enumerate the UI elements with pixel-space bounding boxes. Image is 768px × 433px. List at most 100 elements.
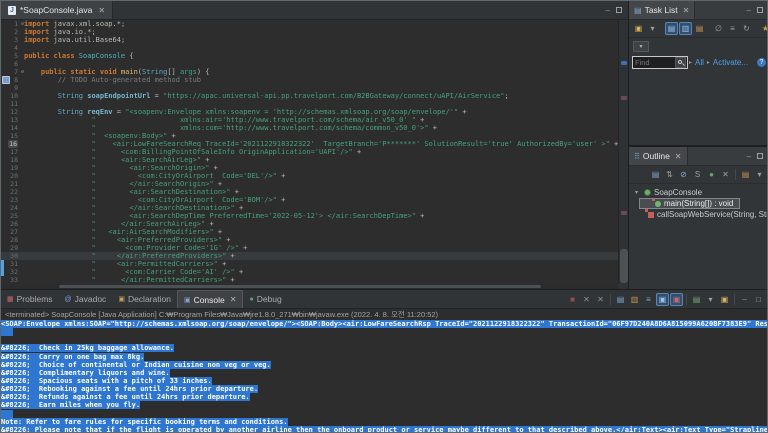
code-line[interactable]: 6 <box>1 60 618 68</box>
code-line[interactable]: 3import java.util.Base64; <box>1 36 618 44</box>
code-line[interactable]: 22 " <air:SearchDestination>" + <box>1 188 618 196</box>
sort-icon[interactable]: ⇅ <box>663 168 676 181</box>
console-line[interactable] <box>1 328 768 336</box>
view-menu-icon[interactable]: ▾ <box>753 168 766 181</box>
console-line[interactable]: &#8226; Refunds against a fee until 24hr… <box>1 393 768 401</box>
tab-declaration[interactable]: ▣Declaration <box>112 290 177 308</box>
code-line[interactable]: 4 <box>1 44 618 52</box>
code-line[interactable]: 26 " </air:SearchAirLeg>" + <box>1 220 618 228</box>
console-line[interactable]: &#8226; Choice of continental or Indian … <box>1 361 768 369</box>
working-sets-icon[interactable]: ▤ <box>693 22 706 35</box>
display-selected-console-icon[interactable]: ▾ <box>704 293 717 306</box>
show-stderr-icon[interactable]: ▣ <box>670 293 683 306</box>
scheduled-view-icon[interactable]: ▥ <box>679 22 692 35</box>
close-icon[interactable]: ✕ <box>683 6 690 15</box>
hide-fields-icon[interactable]: ⊘ <box>677 168 690 181</box>
code-line[interactable]: 2import java.io.*; <box>1 28 618 36</box>
code-line[interactable]: 11 <box>1 100 618 108</box>
overview-ruler[interactable] <box>618 20 628 284</box>
code-line[interactable]: 24 " </air:SearchDestination>" + <box>1 204 618 212</box>
minimize-icon[interactable]: – <box>747 152 751 161</box>
focus-icon[interactable]: ▤ <box>649 168 662 181</box>
outline-tab[interactable]: ⠿ Outline ✕ <box>629 147 688 165</box>
close-icon[interactable]: ✕ <box>675 152 682 161</box>
task-legend-icon[interactable]: ★ <box>759 22 768 35</box>
hide-static-icon[interactable]: S <box>691 168 704 181</box>
console-line[interactable]: &#8226; Carry on one bag max 8kg. <box>1 353 768 361</box>
code-line[interactable]: 29 " <com:Provider Code='1G' />" + <box>1 244 618 252</box>
console-line[interactable]: &#8226; Earn miles when you fly. <box>1 401 768 409</box>
code-line[interactable]: 23 " <com:CityOrAirport Code='BOM'/>" + <box>1 196 618 204</box>
code-line[interactable]: 19 " <air:SearchOrigin>" + <box>1 164 618 172</box>
minimize-icon[interactable]: – <box>738 293 751 306</box>
code-line[interactable]: 10 String soapEndpointUrl = "https://apa… <box>1 92 618 100</box>
code-line[interactable]: 27 " <air:AirSearchModifiers>" + <box>1 228 618 236</box>
console-line[interactable]: Note: Refer to fare rules for specific b… <box>1 418 768 426</box>
code-line[interactable]: 30 " </air:PreferredProviders>" + <box>1 252 618 260</box>
code-line[interactable]: 13 " xmlns:air='http://www.travelport.co… <box>1 116 618 124</box>
code-line[interactable]: 8 // TODO Auto-generated method stub <box>1 76 618 84</box>
hide-non-public-icon[interactable]: ● <box>705 168 718 181</box>
horizontal-scrollbar[interactable] <box>59 285 541 288</box>
tab-javadoc[interactable]: @Javadoc <box>59 290 113 308</box>
task-list-tab[interactable]: ▤ Task List ✕ <box>629 1 695 19</box>
code-line[interactable]: 15 " <soapenv:Body>" + <box>1 132 618 140</box>
console-line[interactable]: &#8226; Spacious seats with a pitch of 3… <box>1 377 768 385</box>
remove-launch-icon[interactable]: ✕ <box>580 293 593 306</box>
tab-problems[interactable]: ▦Problems <box>1 290 59 308</box>
editor-code[interactable]: 1⊖import javax.xml.soap.*;2import java.i… <box>1 20 618 284</box>
console-line[interactable] <box>1 410 768 418</box>
new-task-dropdown-icon[interactable]: ▾ <box>646 22 659 35</box>
launch-marker-icon[interactable] <box>2 76 10 84</box>
console-line[interactable]: <SOAP:Envelope xmlns:SOAP="http://schema… <box>1 320 768 328</box>
maximize-icon[interactable] <box>757 153 763 159</box>
vertical-scrollbar[interactable] <box>620 249 628 283</box>
minimize-icon[interactable]: – <box>606 6 610 15</box>
outline-item[interactable]: main(String[]) : void <box>639 198 740 209</box>
task-list-presentation-dropdown[interactable]: ▾ <box>633 41 649 52</box>
link-with-editor-icon[interactable]: ▤ <box>739 168 752 181</box>
console-line[interactable]: &#8226; Please note that if the flight i… <box>1 426 768 433</box>
code-line[interactable]: 28 " <air:PreferredProviders>" + <box>1 236 618 244</box>
code-line[interactable]: 1⊖import javax.xml.soap.*; <box>1 20 618 28</box>
filter-all-link[interactable]: All <box>695 58 704 67</box>
code-line[interactable]: 20 " <com:CityOrAirport Code='DEL'/>" + <box>1 172 618 180</box>
code-line[interactable]: 7⊖ public static void main(String[] args… <box>1 68 618 76</box>
ruler-marker[interactable] <box>621 61 627 65</box>
scroll-lock-icon[interactable]: ▥ <box>628 293 641 306</box>
ruler-marker[interactable] <box>621 96 627 100</box>
maximize-icon[interactable] <box>616 7 622 13</box>
new-task-icon[interactable]: ▣ <box>632 22 645 35</box>
code-line[interactable]: 9 <box>1 84 618 92</box>
categorized-view-icon[interactable]: ▤ <box>665 22 678 35</box>
ruler-marker[interactable] <box>621 211 627 215</box>
activate-link[interactable]: Activate... <box>713 58 748 67</box>
console-line[interactable]: &#8226; Complimentary liquors and wine. <box>1 369 768 377</box>
code-line[interactable]: 14 " xmlns:com='http://www.travelport.co… <box>1 124 618 132</box>
synchronize-icon[interactable]: ↻ <box>740 22 753 35</box>
open-console-icon[interactable]: ▣ <box>718 293 731 306</box>
remove-all-launches-icon[interactable]: ✕ <box>594 293 607 306</box>
code-line[interactable]: 31 " <air:PermittedCarriers>" + <box>1 260 618 268</box>
filter-tasks-icon[interactable]: ≡ <box>726 22 739 35</box>
code-line[interactable]: 17 " <com:BillingPointOfSaleInfo OriginA… <box>1 148 618 156</box>
search-icon[interactable] <box>675 57 686 68</box>
fold-marker-icon[interactable]: ⊖ <box>21 20 24 28</box>
code-line[interactable]: 33 " </air:PermittedCarriers>" + <box>1 276 618 284</box>
console-line[interactable]: &#8226; Check in 25kg baggage allowance. <box>1 344 768 352</box>
tab-console[interactable]: ▣Console✕ <box>177 290 244 308</box>
close-icon[interactable]: ✕ <box>230 295 237 304</box>
close-icon[interactable]: ✕ <box>98 6 105 15</box>
terminate-icon[interactable]: ■ <box>566 293 579 306</box>
tab-debug[interactable]: ●Debug <box>243 290 287 308</box>
code-line[interactable]: 5public class SoapConsole { <box>1 52 618 60</box>
maximize-icon[interactable]: □ <box>752 293 765 306</box>
hide-completed-icon[interactable]: ∅ <box>712 22 725 35</box>
code-line[interactable]: 25 " <air:SearchDepTime PreferredTime='2… <box>1 212 618 220</box>
outline-item[interactable]: ▾SoapConsole <box>629 187 768 198</box>
code-line[interactable]: 16 " <air:LowFareSearchReq TraceId='2021… <box>1 140 618 148</box>
code-line[interactable]: 18 " <air:SearchAirLeg>" + <box>1 156 618 164</box>
word-wrap-icon[interactable]: ≡ <box>642 293 655 306</box>
hide-local-types-icon[interactable]: ✕ <box>719 168 732 181</box>
tab-soapconsole-java[interactable]: J *SoapConsole.java ✕ <box>1 1 113 19</box>
